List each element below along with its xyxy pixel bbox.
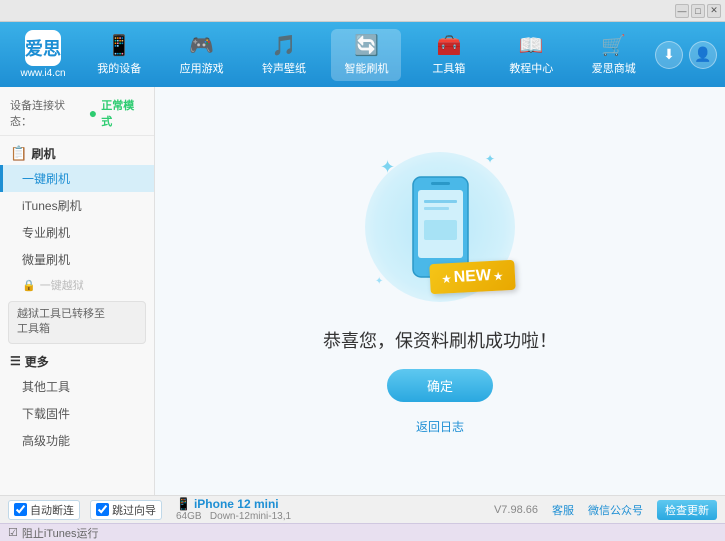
header-actions: ⬇ 👤 <box>655 41 717 69</box>
status-label: 设备连接状态： <box>10 97 85 129</box>
itunes-checkbox-icon: ☑ <box>8 526 18 539</box>
wipe-flash-label: 微量刷机 <box>22 253 70 267</box>
sparkle-top-left: ✦ <box>380 157 395 178</box>
lock-icon: 🔒 <box>22 279 36 292</box>
nav-ringtones[interactable]: 🎵 铃声壁纸 <box>249 29 319 81</box>
success-text: 恭喜您，保资料刷机成功啦！ <box>323 327 557 353</box>
device-phone-icon: 📱 <box>176 497 191 511</box>
nav-shop[interactable]: 🛒 爱思商城 <box>579 29 649 81</box>
device-details: 64GB Down-12mini-13,1 <box>176 511 291 522</box>
auto-disconnect-label: 自动断连 <box>30 502 74 518</box>
advanced-label: 高级功能 <box>22 434 70 448</box>
status-value: 正常模式 <box>101 97 144 129</box>
account-button[interactable]: 👤 <box>689 41 717 69</box>
ringtones-icon: 🎵 <box>272 33 297 58</box>
download-firmware-label: 下载固件 <box>22 407 70 421</box>
check-update-button[interactable]: 检查更新 <box>657 500 717 520</box>
other-tools-label: 其他工具 <box>22 380 70 394</box>
tutorial-icon: 📖 <box>519 33 544 58</box>
sidebar-item-other-tools[interactable]: 其他工具 <box>0 373 154 400</box>
minimize-button[interactable]: — <box>675 4 689 18</box>
sidebar: 设备连接状态： ● 正常模式 📋 刷机 一键刷机 iTunes刷机 专业刷机 微… <box>0 87 155 495</box>
confirm-button[interactable]: 确定 <box>387 369 493 402</box>
skip-wizard-input[interactable] <box>96 503 109 516</box>
flash-group-title: 📋 刷机 <box>0 140 154 165</box>
device-info: 📱 iPhone 12 mini 64GB Down-12mini-13,1 <box>176 497 291 522</box>
notice-text: 越狱工具已转移至工具箱 <box>17 308 105 335</box>
jailbreak-label: 一键越狱 <box>40 277 84 293</box>
header: 爱思 www.i4.cn 📱 我的设备 🎮 应用游戏 🎵 铃声壁纸 🔄 智能刷机… <box>0 22 725 87</box>
logo-icon: 爱思 <box>25 30 61 66</box>
bottom-bar: 自动断连 跳过向导 📱 iPhone 12 mini 64GB Down-12m… <box>0 495 725 523</box>
maximize-button[interactable]: □ <box>691 4 705 18</box>
device-model: Down-12mini-13,1 <box>210 511 291 522</box>
device-storage: 64GB <box>176 511 202 522</box>
toolbox-label: 工具箱 <box>432 60 465 76</box>
shop-icon: 🛒 <box>601 33 626 58</box>
flash-group-label: 刷机 <box>31 145 55 162</box>
wechat-link[interactable]: 微信公众号 <box>588 502 643 518</box>
sidebar-item-jailbreak-disabled: 🔒 一键越狱 <box>0 273 154 297</box>
nav-tutorial[interactable]: 📖 教程中心 <box>496 29 566 81</box>
skip-wizard-label: 跳过向导 <box>112 502 156 518</box>
my-device-icon: 📱 <box>107 33 132 58</box>
more-group-label: 更多 <box>25 353 49 370</box>
my-device-label: 我的设备 <box>97 60 141 76</box>
nav-toolbox[interactable]: 🧰 工具箱 <box>414 29 484 81</box>
sidebar-item-advanced[interactable]: 高级功能 <box>0 427 154 454</box>
new-badge: NEW <box>429 260 515 294</box>
main-layout: 设备连接状态： ● 正常模式 📋 刷机 一键刷机 iTunes刷机 专业刷机 微… <box>0 87 725 495</box>
bottom-section: 自动断连 跳过向导 📱 iPhone 12 mini 64GB Down-12m… <box>0 495 725 541</box>
itunes-flash-label: iTunes刷机 <box>22 199 82 213</box>
nav-apps-games[interactable]: 🎮 应用游戏 <box>167 29 237 81</box>
pro-flash-label: 专业刷机 <box>22 226 70 240</box>
flash-group-icon: 📋 <box>10 145 27 162</box>
phone-container: ✦ ✦ ✦ <box>370 147 510 307</box>
apps-games-icon: 🎮 <box>189 33 214 58</box>
version-label: V7.98.66 <box>494 504 538 516</box>
sidebar-item-wipe-flash[interactable]: 微量刷机 <box>0 246 154 273</box>
device-name-text: iPhone 12 mini <box>194 497 279 511</box>
sparkle-bottom-left: ✦ <box>375 276 383 287</box>
nav-my-device[interactable]: 📱 我的设备 <box>84 29 154 81</box>
logo-symbol: 爱思 <box>25 35 61 61</box>
logo-url: www.i4.cn <box>20 68 65 79</box>
connection-status: 设备连接状态： ● 正常模式 <box>0 91 154 136</box>
auto-disconnect-input[interactable] <box>14 503 27 516</box>
return-log-link[interactable]: 返回日志 <box>416 418 464 435</box>
jailbreak-notice: 越狱工具已转移至工具箱 <box>8 301 146 344</box>
sidebar-item-one-click-flash[interactable]: 一键刷机 <box>0 165 154 192</box>
download-button[interactable]: ⬇ <box>655 41 683 69</box>
close-button[interactable]: ✕ <box>707 4 721 18</box>
apps-games-label: 应用游戏 <box>180 60 224 76</box>
status-dot: ● <box>89 105 97 121</box>
nav-bar: 📱 我的设备 🎮 应用游戏 🎵 铃声壁纸 🔄 智能刷机 🧰 工具箱 📖 教程中心… <box>78 29 655 81</box>
ringtones-label: 铃声壁纸 <box>262 60 306 76</box>
smart-flash-label: 智能刷机 <box>344 60 388 76</box>
auto-disconnect-checkbox[interactable]: 自动断连 <box>8 500 80 520</box>
more-group-icon: ☰ <box>10 354 21 368</box>
content-area: ✦ ✦ ✦ <box>155 87 725 495</box>
itunes-bar-label: 阻止iTunes运行 <box>22 525 99 541</box>
success-illustration: ✦ ✦ ✦ <box>323 147 557 435</box>
logo: 爱思 www.i4.cn <box>8 27 78 82</box>
sidebar-item-download-firmware[interactable]: 下载固件 <box>0 400 154 427</box>
bottom-left: 自动断连 跳过向导 📱 iPhone 12 mini 64GB Down-12m… <box>8 497 494 522</box>
itunes-bar: ☑ 阻止iTunes运行 <box>0 523 725 541</box>
sidebar-item-pro-flash[interactable]: 专业刷机 <box>0 219 154 246</box>
sparkle-top-right: ✦ <box>485 152 495 166</box>
bottom-right: V7.98.66 客服 微信公众号 检查更新 <box>494 500 717 520</box>
more-group-title: ☰ 更多 <box>0 348 154 373</box>
smart-flash-icon: 🔄 <box>354 33 379 58</box>
service-link[interactable]: 客服 <box>552 502 574 518</box>
title-bar: — □ ✕ <box>0 0 725 22</box>
device-name: 📱 iPhone 12 mini <box>176 497 291 511</box>
toolbox-icon: 🧰 <box>436 33 461 58</box>
one-click-flash-label: 一键刷机 <box>22 172 70 186</box>
nav-smart-flash[interactable]: 🔄 智能刷机 <box>331 29 401 81</box>
sidebar-item-itunes-flash[interactable]: iTunes刷机 <box>0 192 154 219</box>
tutorial-label: 教程中心 <box>509 60 553 76</box>
skip-wizard-checkbox[interactable]: 跳过向导 <box>90 500 162 520</box>
shop-label: 爱思商城 <box>592 60 636 76</box>
